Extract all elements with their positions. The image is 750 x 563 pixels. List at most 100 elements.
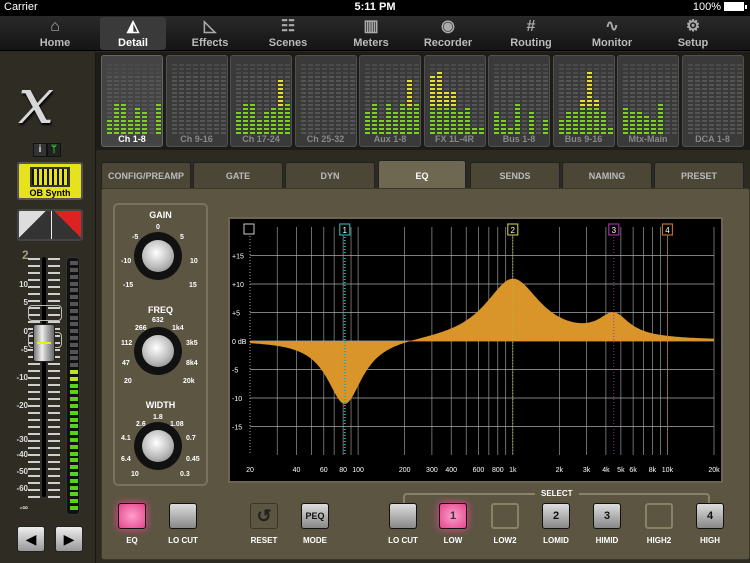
meter-segment bbox=[199, 68, 205, 70]
meter-segment bbox=[593, 128, 599, 130]
gain-knob[interactable] bbox=[134, 232, 182, 280]
meter-segment bbox=[250, 128, 255, 130]
meter-segment bbox=[579, 104, 585, 106]
tab-config-preamp[interactable]: CONFIG/PREAMP bbox=[101, 162, 191, 188]
meter-segment bbox=[264, 72, 269, 74]
tab-naming[interactable]: NAMING bbox=[562, 162, 652, 188]
meter-segment bbox=[307, 92, 313, 94]
meter-column bbox=[651, 62, 656, 134]
meter-segment bbox=[142, 64, 147, 66]
meter-segment bbox=[665, 84, 670, 86]
meter-segment bbox=[114, 120, 119, 122]
y-tick-label: -15 bbox=[232, 425, 242, 432]
reset-button[interactable]: ↺ bbox=[250, 503, 278, 529]
freq-knob[interactable] bbox=[134, 327, 182, 375]
tab-gate[interactable]: GATE bbox=[193, 162, 283, 188]
select-himid-button[interactable]: 3 bbox=[593, 503, 621, 529]
tab-dyn[interactable]: DYN bbox=[285, 162, 375, 188]
meter-segment bbox=[386, 128, 391, 130]
fader-handle[interactable] bbox=[33, 324, 55, 362]
meter-bank-bus-1-8[interactable]: Bus 1-8 bbox=[488, 55, 550, 147]
meter-segment bbox=[436, 96, 442, 98]
meter-segment bbox=[536, 80, 541, 82]
width-knob[interactable] bbox=[134, 422, 182, 470]
meter-segment bbox=[349, 72, 355, 74]
toolbar-detail[interactable]: ◭ Detail bbox=[100, 17, 166, 50]
meter-segment bbox=[149, 68, 154, 70]
fader-tick bbox=[28, 440, 40, 442]
meter-segment bbox=[400, 116, 405, 118]
meter-segment bbox=[393, 104, 398, 106]
meter-segment bbox=[185, 100, 191, 102]
eq-toggle-button[interactable] bbox=[118, 503, 146, 529]
select-high-button[interactable]: 4 bbox=[696, 503, 724, 529]
meter-segment bbox=[471, 80, 477, 82]
tab-preset[interactable]: PRESET bbox=[654, 162, 744, 188]
meter-bank-ch-9-16[interactable]: Ch 9-16 bbox=[165, 55, 228, 147]
meter-segment bbox=[558, 120, 564, 122]
eq-graph[interactable]: 1 2 3 4 +15 +10 +5 0 dB -5 -10 -15 20 40 60 80 100 200 30… bbox=[228, 217, 723, 483]
toolbar-effects[interactable]: ◺ Effects bbox=[177, 17, 243, 50]
select-high2-button[interactable] bbox=[645, 503, 673, 529]
toolbar-home[interactable]: ⌂ Home bbox=[22, 17, 88, 50]
meter-segment bbox=[522, 124, 527, 126]
meter-segment bbox=[372, 120, 377, 122]
meter-segment bbox=[478, 128, 484, 130]
meter-segment bbox=[307, 76, 313, 78]
meter-bank-mtx-main[interactable]: Mtx-Main bbox=[617, 55, 679, 147]
meter-segment bbox=[722, 72, 728, 74]
meter-bank-aux-1-8[interactable]: Aux 1-8 bbox=[359, 55, 421, 147]
meter-segment bbox=[543, 84, 548, 86]
toolbar-routing[interactable]: # Routing bbox=[498, 17, 564, 50]
meter-segment bbox=[107, 128, 112, 130]
toolbar-setup[interactable]: ⚙ Setup bbox=[660, 17, 726, 50]
mode-button[interactable]: PEQ bbox=[301, 503, 329, 529]
meter-segment bbox=[379, 120, 384, 122]
tab-eq[interactable]: EQ bbox=[378, 160, 466, 188]
meter-segment bbox=[543, 88, 548, 90]
select-low2-button[interactable] bbox=[491, 503, 519, 529]
meter-segment bbox=[192, 112, 198, 114]
meter-segment bbox=[335, 108, 341, 110]
prev-channel-button[interactable]: ◀ bbox=[17, 526, 45, 552]
meter-bank-ch-25-32[interactable]: Ch 25-32 bbox=[294, 55, 357, 147]
next-channel-button[interactable]: ▶ bbox=[55, 526, 83, 552]
meter-segment bbox=[314, 108, 320, 110]
meter-segment bbox=[213, 100, 219, 102]
meter-segment bbox=[372, 124, 377, 126]
meter-segment bbox=[379, 116, 384, 118]
meter-segment bbox=[665, 116, 670, 118]
meter-segment bbox=[522, 96, 527, 98]
toolbar-scenes[interactable]: ☷ Scenes bbox=[255, 17, 321, 50]
meter-segment bbox=[572, 84, 578, 86]
lo-cut-toggle-button[interactable] bbox=[169, 503, 197, 529]
select-low-button[interactable]: 1 bbox=[439, 503, 467, 529]
meter-column bbox=[572, 62, 578, 134]
meter-segment bbox=[243, 68, 248, 70]
lowcut-marker-icon[interactable] bbox=[243, 223, 255, 235]
meter-segment bbox=[722, 92, 728, 94]
meter-segment bbox=[607, 112, 613, 114]
x-tick-label: 300 bbox=[426, 467, 438, 474]
select-lo-cut-button[interactable] bbox=[389, 503, 417, 529]
toolbar-monitor[interactable]: ∿ Monitor bbox=[579, 17, 645, 50]
meter-bank-fx-1l-4r[interactable]: FX 1L-4R bbox=[423, 55, 486, 147]
toolbar-meters[interactable]: ▥ Meters bbox=[338, 17, 404, 50]
meter-column bbox=[335, 62, 341, 134]
meter-bank-bus-9-16[interactable]: Bus 9-16 bbox=[552, 55, 615, 147]
meter-segment bbox=[142, 108, 147, 110]
meter-column bbox=[250, 62, 255, 134]
select-lomid-button[interactable]: 2 bbox=[542, 503, 570, 529]
fader-track[interactable] bbox=[42, 257, 46, 497]
meter-segment bbox=[220, 76, 226, 78]
toolbar-recorder[interactable]: ◉ Recorder bbox=[415, 17, 481, 50]
meter-segment bbox=[536, 100, 541, 102]
meter-segment bbox=[694, 76, 700, 78]
meter-bank-dca-1-8[interactable]: DCA 1-8 bbox=[681, 55, 744, 147]
meter-bank-ch-17-24[interactable]: Ch 17-24 bbox=[230, 55, 292, 147]
meter-column bbox=[630, 62, 635, 134]
tab-sends[interactable]: SENDS bbox=[470, 162, 560, 188]
meter-segment bbox=[70, 356, 78, 361]
meter-segment bbox=[471, 128, 477, 130]
meter-bank-ch-1-8[interactable]: Ch 1-8 bbox=[101, 55, 163, 147]
